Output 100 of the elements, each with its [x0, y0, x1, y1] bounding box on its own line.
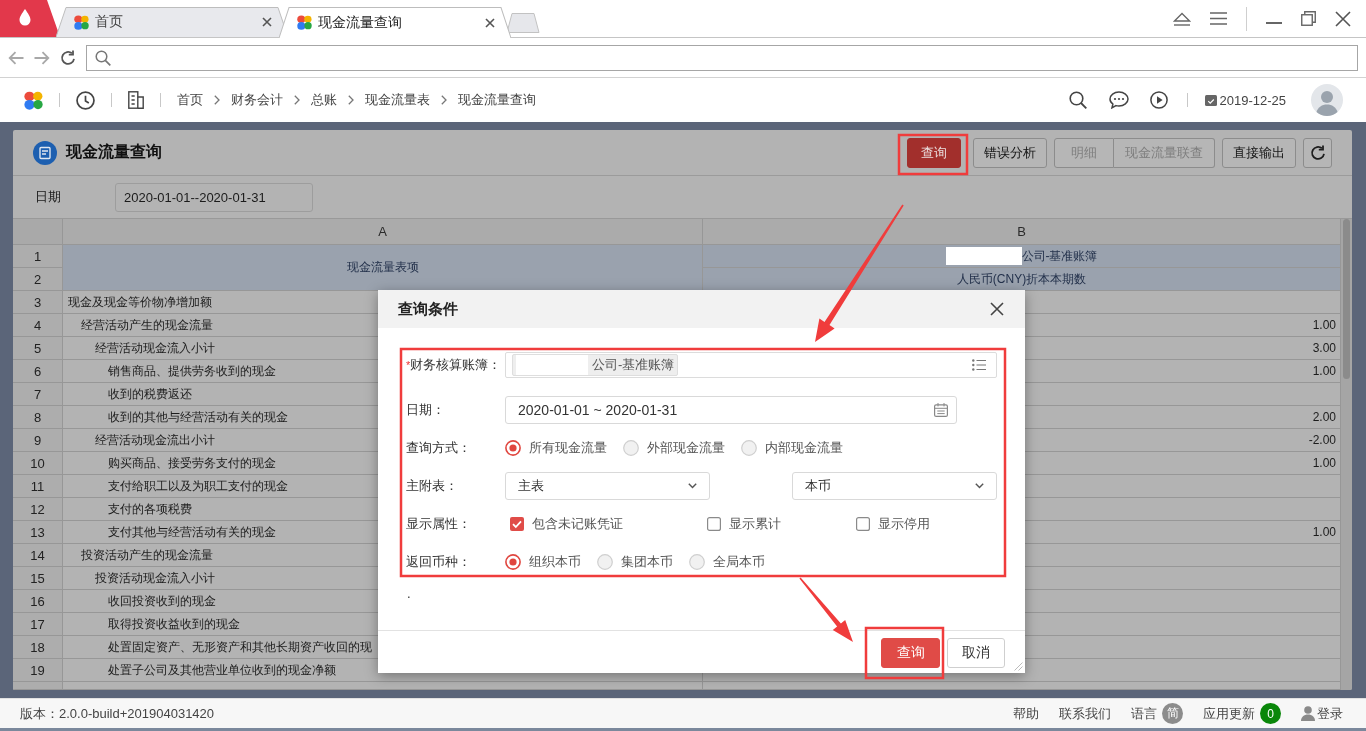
forward-icon[interactable] [34, 50, 50, 65]
chat-icon[interactable] [1108, 91, 1129, 109]
caret-icon [688, 483, 697, 489]
count-badge: 简 [1162, 703, 1183, 724]
avatar-icon[interactable] [1311, 84, 1343, 116]
maximize-icon[interactable] [1301, 11, 1316, 26]
radio-label[interactable]: 外部现金流量 [647, 439, 725, 457]
resize-grip-icon[interactable] [1013, 661, 1023, 671]
address-field[interactable] [86, 44, 1358, 71]
breadcrumb-link[interactable]: 现金流量查询 [458, 91, 536, 109]
close-icon[interactable] [990, 302, 1004, 316]
field-label: 查询方式： [406, 439, 471, 457]
footer-link[interactable]: 语言 简 [1131, 703, 1183, 724]
dropdown[interactable]: 主表 [505, 472, 710, 500]
close-icon[interactable] [1335, 10, 1351, 27]
header-text: 公司-基准账簿 [1021, 247, 1098, 265]
breadcrumb-link[interactable]: 首页 [177, 91, 203, 109]
login-link[interactable]: 登录 [1301, 704, 1343, 723]
refresh-icon [1309, 144, 1326, 161]
radio-label[interactable]: 所有现金流量 [529, 439, 607, 457]
checkbox[interactable] [856, 517, 870, 531]
field-label: 主附表： [406, 477, 458, 495]
row-number: 17 [13, 613, 63, 636]
scrollbar-thumb[interactable] [1343, 219, 1350, 379]
filter-label: 日期 [35, 188, 62, 206]
date-range-field[interactable]: 2020-01-01--2020-01-31 [115, 182, 313, 212]
item-label: 收到的其他与经营活动有关的现金 [108, 408, 288, 426]
row-number: 2 [13, 268, 63, 291]
back-icon[interactable] [8, 50, 24, 65]
row-number: 14 [13, 544, 63, 567]
dropdown[interactable]: 本币 [792, 472, 997, 500]
clock-icon[interactable] [76, 90, 95, 110]
toolbar-button[interactable]: 错误分析 [973, 137, 1047, 168]
footer-link[interactable]: 帮助 [1013, 704, 1039, 723]
item-label: 收回投资收到的现金 [108, 592, 216, 610]
close-icon[interactable] [485, 17, 495, 28]
page-title: 现金流量查询 [66, 142, 162, 162]
play-icon[interactable] [1149, 91, 1168, 109]
ledger-field[interactable]: 公司-基准账簿 [505, 352, 997, 378]
list-icon[interactable] [972, 359, 986, 371]
search-icon[interactable] [1068, 91, 1087, 109]
checkbox-label[interactable]: 包含未记账凭证 [532, 515, 623, 533]
toolbar-button[interactable]: 直接输出 [1222, 137, 1296, 168]
amount-value: 1.00 [1312, 318, 1336, 332]
dialog-title: 查询条件 [398, 299, 458, 319]
ledger-tag[interactable]: 公司-基准账簿 [512, 354, 679, 376]
reload-icon[interactable] [60, 49, 76, 66]
current-date: 2019-12-25 [1219, 92, 1286, 108]
row-number: 18 [13, 636, 63, 659]
chevron-icon [214, 95, 220, 105]
building-icon[interactable] [128, 91, 144, 109]
item-label: 支付的各项税费 [108, 500, 192, 518]
breadcrumb-link[interactable]: 现金流量表 [365, 91, 430, 109]
menu-icon[interactable] [1210, 12, 1227, 25]
calendar-icon [934, 403, 948, 417]
footer-link[interactable]: 联系我们 [1059, 704, 1111, 723]
checkbox[interactable] [510, 517, 524, 531]
browser-tab[interactable]: 现金流量查询 [279, 7, 511, 38]
checkbox[interactable] [707, 517, 721, 531]
table-header: 现金流量表项 [63, 245, 703, 291]
item-label: 处置子公司及其他营业单位收到的现金净额 [108, 661, 336, 679]
radio-label[interactable]: 内部现金流量 [765, 439, 843, 457]
drop-logo-icon[interactable] [0, 0, 60, 37]
row-number: 1 [13, 245, 63, 268]
item-label: 收到的税费返还 [108, 385, 192, 403]
row-number: 4 [13, 314, 63, 337]
table-header: 人民币(CNY)折本本期数 [703, 268, 1341, 291]
row-number: 9 [13, 429, 63, 452]
dialog-button[interactable]: 取消 [947, 638, 1005, 668]
tag-label: 公司-基准账簿 [592, 356, 675, 374]
minimize-icon[interactable] [1266, 21, 1282, 24]
field-label: 显示属性： [406, 515, 471, 533]
radio-label[interactable]: 组织本币 [529, 553, 581, 571]
breadcrumb-link[interactable]: 财务会计 [231, 91, 283, 109]
field-label: 日期： [406, 401, 445, 419]
radio-label[interactable]: 全局本币 [713, 553, 765, 571]
version-text: 版本：2.0.0-build+201904031420 [20, 704, 215, 723]
amount-value: 3.00 [1312, 341, 1336, 355]
dialog-button[interactable]: 查询 [881, 638, 940, 668]
row-number: 19 [13, 659, 63, 682]
footer-link[interactable]: 应用更新 0 [1203, 703, 1281, 724]
checkbox-label[interactable]: 显示累计 [729, 515, 781, 533]
radio-label[interactable]: 集团本币 [621, 553, 673, 571]
item-label: 处置固定资产、无形资产和其他长期资产收回的现 [108, 638, 372, 656]
row-number: 6 [13, 360, 63, 383]
breadcrumb-link[interactable]: 总账 [311, 91, 337, 109]
petals-logo-icon [74, 14, 89, 30]
checkbox-label[interactable]: 显示停用 [878, 515, 930, 533]
date-field[interactable]: 2020-01-01 ~ 2020-01-31 [505, 396, 957, 424]
item-label: 支付其他与经营活动有关的现金 [108, 523, 276, 541]
radio-button[interactable] [505, 554, 521, 570]
row-number: 16 [13, 590, 63, 613]
collapse-icon[interactable] [1173, 11, 1191, 26]
refresh-button[interactable] [1303, 137, 1332, 168]
radio-button[interactable] [505, 440, 521, 456]
toolbar-button[interactable]: 查询 [907, 137, 961, 168]
petals-logo-icon[interactable] [24, 90, 43, 110]
row-number: 10 [13, 452, 63, 475]
close-icon[interactable] [262, 17, 272, 27]
note-text: . [406, 586, 411, 602]
